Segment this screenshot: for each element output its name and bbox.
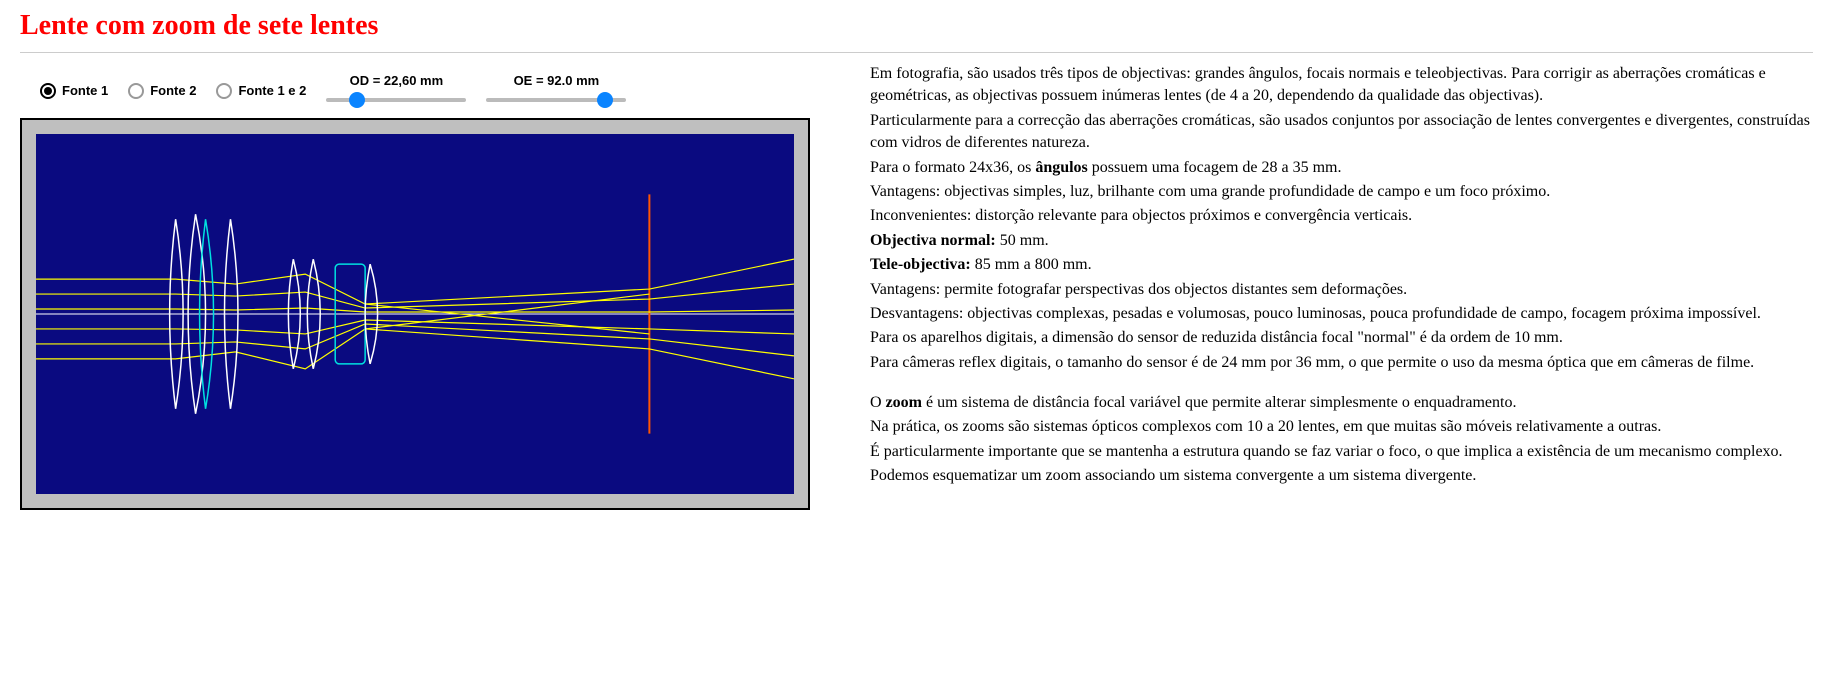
para: Para câmeras reflex digitais, o tamanho … [870,352,1813,374]
slider-oe-label: OE = 92.0 mm [514,73,600,88]
para: O zoom é um sistema de distância focal v… [870,392,1813,414]
divider [20,52,1813,53]
optics-canvas[interactable] [36,134,794,494]
radio-fonte-1-2[interactable]: Fonte 1 e 2 [216,83,306,99]
slider-od-label: OD = 22,60 mm [350,73,444,88]
para: Podemos esquematizar um zoom associando … [870,465,1813,487]
radio-icon [216,83,232,99]
para: Objectiva normal: 50 mm. [870,230,1813,252]
description-text: Em fotografia, são usados três tipos de … [870,63,1813,510]
para: Para os aparelhos digitais, a dimensão d… [870,327,1813,349]
slider-oe-track[interactable] [486,92,626,108]
page-title: Lente com zoom de sete lentes [20,10,1813,42]
radio-fonte-2[interactable]: Fonte 2 [128,83,196,99]
source-radios: Fonte 1 Fonte 2 Fonte 1 e 2 [40,83,306,99]
para: Desvantagens: objectivas complexas, pesa… [870,303,1813,325]
radio-label: Fonte 1 [62,83,108,98]
radio-label: Fonte 1 e 2 [238,83,306,98]
radio-icon [128,83,144,99]
para: Na prática, os zooms são sistemas óptico… [870,416,1813,438]
controls-bar: Fonte 1 Fonte 2 Fonte 1 e 2 OD = 22,60 m… [40,73,835,108]
slider-od: OD = 22,60 mm [326,73,466,108]
radio-label: Fonte 2 [150,83,196,98]
para: Vantagens: objectivas simples, luz, bril… [870,181,1813,203]
slider-oe: OE = 92.0 mm [486,73,626,108]
para: Para o formato 24x36, os ângulos possuem… [870,157,1813,179]
para: Em fotografia, são usados três tipos de … [870,63,1813,108]
radio-icon [40,83,56,99]
para: Tele-objectiva: 85 mm a 800 mm. [870,254,1813,276]
para: Inconvenientes: distorção relevante para… [870,205,1813,227]
slider-od-track[interactable] [326,92,466,108]
para: É particularmente importante que se mant… [870,441,1813,463]
para: Vantagens: permite fotografar perspectiv… [870,279,1813,301]
para: Particularmente para a correcção das abe… [870,110,1813,155]
simulation-frame [20,118,810,510]
radio-fonte-1[interactable]: Fonte 1 [40,83,108,99]
